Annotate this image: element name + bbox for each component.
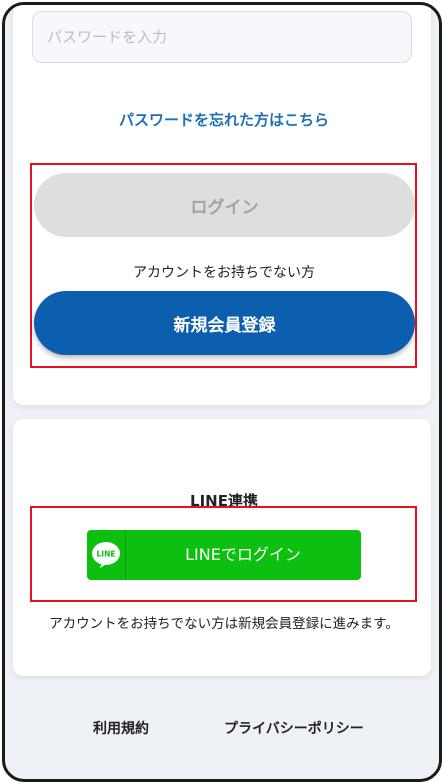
line-logo-text: LINE	[97, 550, 116, 559]
privacy-policy-link[interactable]: プライバシーポリシー	[224, 718, 364, 738]
terms-link[interactable]: 利用規約	[93, 718, 149, 738]
line-login-label: LINEでログイン	[185, 545, 301, 564]
register-button[interactable]: 新規会員登録	[34, 291, 415, 355]
phone-frame: パスワードを忘れた方はこちら ログイン アカウントをお持ちでない方 新規会員登録…	[2, 2, 442, 782]
password-input[interactable]	[32, 11, 412, 63]
forgot-password-link[interactable]: パスワードを忘れた方はこちら	[5, 109, 439, 130]
line-login-button[interactable]: LINE LINEでログイン	[87, 530, 361, 580]
line-note-text: アカウントをお持ちでない方は新規会員登録に進みます。	[49, 616, 399, 632]
login-button[interactable]: ログイン	[34, 173, 415, 237]
no-account-text: アカウントをお持ちでない方	[133, 265, 315, 281]
line-logo-icon: LINE	[87, 530, 126, 580]
